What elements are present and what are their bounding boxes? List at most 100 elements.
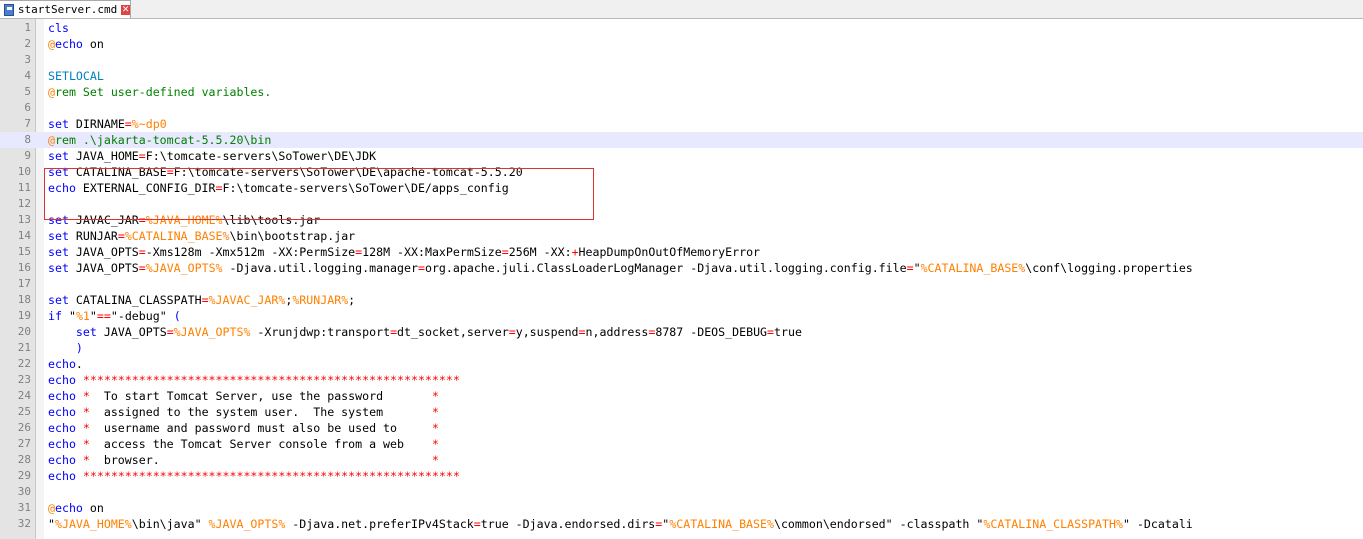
code-token: browser. <box>89 453 432 467</box>
line-number: 10 <box>17 165 31 178</box>
line-text: set JAVAC_JAR=%JAVA_HOME%\lib\tools.jar <box>48 212 320 228</box>
code-line[interactable]: 2 @echo on <box>0 36 1363 52</box>
code-token: @ <box>48 133 55 147</box>
code-line[interactable]: 22 echo. <box>0 356 1363 372</box>
code-line[interactable]: 12 <box>0 196 1363 212</box>
code-token: * <box>82 389 90 403</box>
code-token: = <box>124 117 132 131</box>
line-number: 1 <box>24 21 31 34</box>
line-number: 7 <box>24 117 31 130</box>
code-token: echo <box>48 373 76 387</box>
code-token: dt_socket,server <box>397 325 509 339</box>
code-line[interactable]: 31 @echo on <box>0 500 1363 516</box>
code-line[interactable]: 16 set JAVA_OPTS=%JAVA_OPTS% -Djava.util.… <box>0 260 1363 276</box>
code-token: set <box>75 325 97 339</box>
code-token: = <box>215 181 223 195</box>
code-token: cls <box>48 21 69 35</box>
code-line[interactable]: 15 set JAVA_OPTS=-Xms128m -Xmx512m -XX:Pe… <box>0 244 1363 260</box>
code-token: %RUNJAR% <box>292 293 349 307</box>
code-line[interactable]: 13 set JAVAC_JAR=%JAVA_HOME%\lib\tools.ja… <box>0 212 1363 228</box>
code-token: echo <box>48 181 76 195</box>
code-line[interactable]: 1 cls <box>0 20 1363 36</box>
line-text: @rem .\jakarta-tomcat-5.5.20\bin <box>48 132 271 148</box>
code-token: %JAVA_OPTS% <box>145 261 223 275</box>
code-line[interactable]: 28 echo * browser. * <box>0 452 1363 468</box>
code-token: = <box>138 245 146 259</box>
line-number: 15 <box>17 245 31 258</box>
line-text: echo EXTERNAL_CONFIG_DIR=F:\tomcate-serv… <box>48 180 509 196</box>
line-text: cls <box>48 20 69 36</box>
close-icon[interactable]: ✕ <box>121 4 130 15</box>
line-text: echo * username and password must also b… <box>48 420 439 436</box>
code-line[interactable]: 18 set CATALINA_CLASSPATH=%JAVAC_JAR%;%RU… <box>0 292 1363 308</box>
line-number: 4 <box>24 69 31 82</box>
code-line[interactable]: 21 ) <box>0 340 1363 356</box>
code-token: echo <box>48 389 76 403</box>
code-line[interactable]: 24 echo * To start Tomcat Server, use the… <box>0 388 1363 404</box>
code-line[interactable]: 17 <box>0 276 1363 292</box>
code-line[interactable]: 19 if "%1"=="-debug" ( <box>0 308 1363 324</box>
code-editor[interactable]: 1 cls 2 @echo on 3 4 SETLOCAL 5 @rem Set user-de… <box>0 19 1363 539</box>
code-token: \conf\logging.properties <box>1025 261 1193 275</box>
code-line[interactable]: 30 <box>0 484 1363 500</box>
line-text: echo * access the Tomcat Server console … <box>48 436 439 452</box>
code-line[interactable]: 9 set JAVA_HOME=F:\tomcate-servers\SoTowe… <box>0 148 1363 164</box>
code-line[interactable]: 3 <box>0 52 1363 68</box>
code-token: = <box>473 517 481 531</box>
code-line[interactable]: 4 SETLOCAL <box>0 68 1363 84</box>
code-line[interactable]: 25 echo * assigned to the system user. Th… <box>0 404 1363 420</box>
line-number: 28 <box>17 453 31 466</box>
line-number: 5 <box>24 85 31 98</box>
code-line[interactable]: 14 set RUNJAR=%CATALINA_BASE%\bin\bootstr… <box>0 228 1363 244</box>
code-token: " <box>48 517 55 531</box>
code-line[interactable]: 7 set DIRNAME=%~dp0 <box>0 116 1363 132</box>
code-token: %CATALINA_BASE% <box>124 229 230 243</box>
code-line[interactable]: 8 @rem .\jakarta-tomcat-5.5.20\bin <box>0 132 1363 148</box>
code-token: * <box>431 421 439 435</box>
code-token: HeapDumpOnOutOfMemoryError <box>578 245 761 259</box>
code-line[interactable]: 29 echo *********************************… <box>0 468 1363 484</box>
tab-startserver[interactable]: startServer.cmd ✕ <box>0 0 131 18</box>
code-token: ( <box>173 309 181 323</box>
line-text: set CATALINA_BASE=F:\tomcate-servers\SoT… <box>48 164 523 180</box>
code-token: echo <box>48 405 76 419</box>
code-token: " <box>89 309 97 323</box>
code-line[interactable]: 10 set CATALINA_BASE=F:\tomcate-servers\S… <box>0 164 1363 180</box>
line-text: echo * browser. * <box>48 452 439 468</box>
line-text: SETLOCAL <box>48 68 104 84</box>
code-line[interactable]: 26 echo * username and password must also… <box>0 420 1363 436</box>
code-token: set <box>48 117 69 131</box>
line-text: echo ***********************************… <box>48 372 460 388</box>
line-number: 24 <box>17 389 31 402</box>
line-number: 17 <box>17 277 31 290</box>
code-token: @ <box>48 37 55 51</box>
code-line[interactable]: 6 <box>0 100 1363 116</box>
code-line[interactable]: 32 "%JAVA_HOME%\bin\java" %JAVA_OPTS% -Dj… <box>0 516 1363 532</box>
code-token: if <box>48 309 62 323</box>
code-token: ) <box>75 341 83 355</box>
line-number: 31 <box>17 501 31 514</box>
line-number: 20 <box>17 325 31 338</box>
code-token: JAVAC_JAR <box>68 213 139 227</box>
code-token: * <box>431 405 439 419</box>
code-token: echo <box>48 469 76 483</box>
code-line[interactable]: 5 @rem Set user-defined variables. <box>0 84 1363 100</box>
code-line[interactable]: 20 set JAVA_OPTS=%JAVA_OPTS% -Xrunjdwp:t… <box>0 324 1363 340</box>
code-token: echo <box>48 357 76 371</box>
code-token: = <box>138 213 146 227</box>
code-token: F:\tomcate-servers\SoTower\DE\apache-tom… <box>173 165 523 179</box>
line-number: 22 <box>17 357 31 370</box>
code-token: . <box>75 357 83 371</box>
line-number: 27 <box>17 437 31 450</box>
code-token: = <box>767 325 775 339</box>
code-line[interactable]: 11 echo EXTERNAL_CONFIG_DIR=F:\tomcate-se… <box>0 180 1363 196</box>
code-token: * <box>82 453 90 467</box>
code-line[interactable]: 23 echo *********************************… <box>0 372 1363 388</box>
code-token: \common\endorsed" -classpath " <box>773 517 984 531</box>
code-line[interactable]: 27 echo * access the Tomcat Server consol… <box>0 436 1363 452</box>
code-token: echo <box>48 437 76 451</box>
